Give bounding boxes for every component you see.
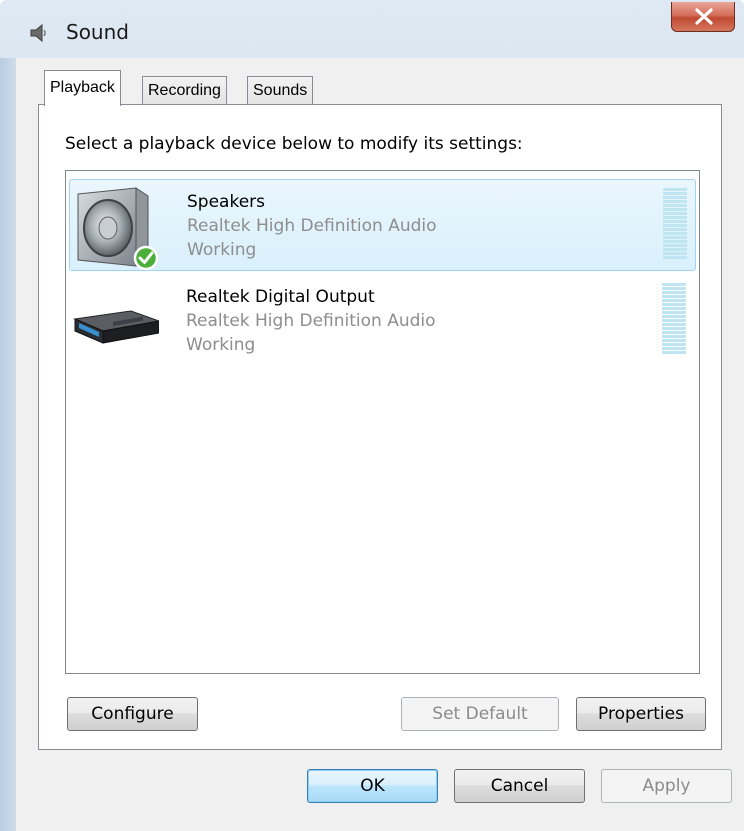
close-icon — [695, 8, 713, 25]
apply-button[interactable]: Apply — [601, 769, 732, 803]
device-status: Working — [187, 240, 257, 260]
window-border — [0, 58, 16, 831]
digital-output-device-icon — [73, 281, 161, 367]
device-driver: Realtek High Definition Audio — [187, 216, 437, 236]
playback-device-list[interactable]: Speakers Realtek High Definition Audio W… — [65, 170, 700, 674]
properties-button[interactable]: Properties — [576, 697, 706, 731]
tab-sounds[interactable]: Sounds — [247, 76, 314, 106]
device-item-speakers[interactable]: Speakers Realtek High Definition Audio W… — [69, 179, 696, 271]
tab-recording[interactable]: Recording — [142, 76, 227, 106]
tab-playback[interactable]: Playback — [44, 70, 121, 106]
speaker-volume-icon — [28, 22, 50, 44]
device-driver: Realtek High Definition Audio — [186, 311, 436, 331]
ok-button[interactable]: OK — [307, 769, 438, 803]
tab-label: Playback — [50, 79, 115, 96]
instruction-text: Select a playback device below to modify… — [65, 134, 523, 154]
close-button[interactable] — [671, 2, 735, 32]
window-title: Sound — [66, 20, 129, 44]
set-default-button[interactable]: Set Default — [401, 697, 559, 731]
configure-button[interactable]: Configure — [67, 697, 198, 731]
device-item-digital-output[interactable]: Realtek Digital Output Realtek High Defi… — [69, 275, 696, 367]
tab-label: Sounds — [253, 82, 308, 99]
cancel-button[interactable]: Cancel — [454, 769, 585, 803]
title-bar[interactable]: Sound — [0, 0, 744, 58]
speaker-icon — [74, 186, 160, 272]
volume-level-meter — [662, 283, 686, 354]
volume-level-meter — [663, 188, 687, 259]
device-status: Working — [186, 335, 256, 355]
device-name: Speakers — [187, 192, 266, 212]
device-name: Realtek Digital Output — [186, 287, 375, 307]
tab-label: Recording — [148, 82, 221, 99]
